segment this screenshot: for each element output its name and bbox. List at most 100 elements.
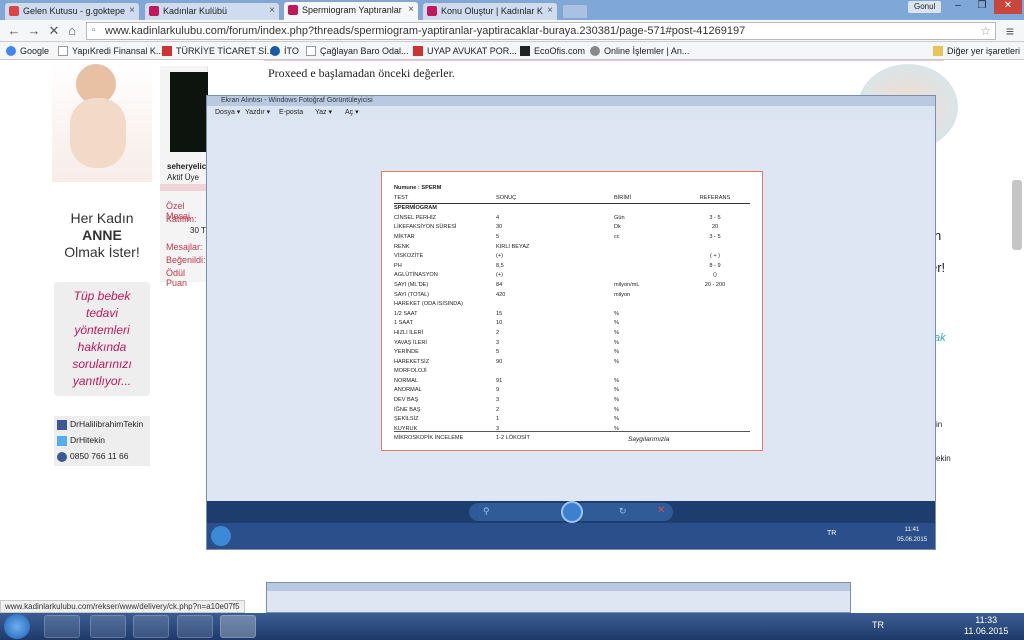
report-row: PH 8,5 8 - 9	[394, 262, 750, 272]
language-indicator[interactable]: TR	[872, 620, 884, 630]
user-title-bar	[160, 184, 208, 191]
bookmark-caglayan-baro[interactable]: Çağlayan Baro Odal...	[306, 44, 409, 58]
system-clock[interactable]: 11:33 11.06.2015	[964, 615, 1008, 637]
result-cell: 8,5	[496, 262, 504, 269]
unit-cell: %	[614, 339, 619, 346]
profile-badge[interactable]: Gonul	[908, 1, 942, 13]
report-row: KUYRUK 3%	[394, 425, 750, 435]
menu-yaz[interactable]: Yaz ▾	[315, 106, 332, 120]
report-row: SAYI (TOTAL) 420 milyon	[394, 291, 750, 301]
result-cell	[496, 367, 614, 377]
menu-dosya[interactable]: Dosya ▾	[215, 106, 240, 120]
report-row: YAVAŞ İLERİ 3%	[394, 339, 750, 349]
start-icon[interactable]	[211, 526, 231, 546]
report-row: SAYI (ML'DE) 84 milyon/mL 20 - 200	[394, 281, 750, 291]
unit-cell	[614, 271, 680, 281]
test-cell: ANORMAL	[394, 387, 422, 394]
bookmark-ito[interactable]: İTO	[270, 44, 299, 58]
unit-cell: %	[614, 320, 619, 327]
menu-yazdir[interactable]: Yazdır ▾	[245, 106, 270, 120]
tab-gmail[interactable]: Gelen Kutusu - g.goktepe ×	[4, 2, 140, 20]
tab-spermiogram[interactable]: Spermiogram Yaptıranlar ×	[283, 1, 419, 20]
report-row: 1/2 SAAT 15%	[394, 310, 750, 320]
phone-link[interactable]: 0850 766 11 66	[57, 448, 150, 464]
report-row: VİSKOZİTE (+) ( + )	[394, 252, 750, 262]
tab-kadinlar-kulubu[interactable]: Kadınlar Kulübü ×	[144, 2, 280, 20]
close-icon[interactable]: ×	[269, 3, 275, 19]
user-card: seheryelic Aktif Üye Özel Mesaj Katılım:…	[160, 66, 208, 288]
scrollbar-thumb[interactable]	[1012, 180, 1022, 250]
forward-icon[interactable]: →	[26, 23, 42, 38]
star-icon[interactable]: ☆	[980, 23, 991, 39]
username[interactable]: seheryelic	[167, 162, 206, 171]
sample-value: SPERM	[421, 185, 442, 191]
lab-report: Numune : SPERM TEST SONUÇ BİRİMİ REFERAN…	[381, 171, 763, 451]
explorer-taskbar-icon[interactable]	[44, 615, 80, 638]
unit-cell: Gün	[614, 214, 625, 221]
bookmark-google[interactable]: Google	[6, 44, 49, 58]
phone-text: 0850 766 11 66	[70, 451, 129, 461]
twitter-link[interactable]: DrHitekin	[57, 432, 150, 448]
ad-promo-box[interactable]: Tüp bebek tedavi yöntemleri hakkında sor…	[54, 282, 150, 396]
messages-label: Mesajlar:	[166, 242, 203, 252]
menu-ac[interactable]: Aç ▾	[345, 106, 359, 120]
bookmark-uyap[interactable]: UYAP AVUKAT POR...	[413, 44, 517, 58]
app-taskbar-icon[interactable]	[90, 615, 126, 638]
result-cell: 90	[496, 358, 503, 365]
header-test: TEST	[394, 194, 409, 201]
new-tab-button[interactable]	[562, 4, 588, 19]
close-window-button[interactable]: ✕	[994, 0, 1022, 14]
report-row: DEV BAŞ 3%	[394, 396, 750, 406]
test-cell: CİNSEL PERHİZ	[394, 214, 437, 221]
bookmark-label: Çağlayan Baro Odal...	[320, 46, 409, 56]
photo-viewer-window: Ekran Alıntısı - Windows Fotoğraf Görünt…	[206, 95, 936, 550]
reference-cell	[680, 358, 750, 368]
bookmark-online-islemler[interactable]: Online İşlemler | An...	[590, 44, 689, 58]
start-button[interactable]	[4, 614, 30, 639]
back-icon[interactable]: ←	[6, 23, 22, 38]
zoom-icon[interactable]: ⚲	[483, 506, 490, 517]
close-icon[interactable]: ×	[547, 3, 553, 19]
facebook-link[interactable]: DrHalilibrahimTekin	[57, 416, 150, 432]
slideshow-button[interactable]	[561, 501, 583, 523]
facebook-text: DrHalilibrahimTekin	[70, 419, 144, 429]
reference-cell	[680, 425, 750, 435]
tab-label: Konu Oluştur | Kadınlar K	[441, 6, 543, 16]
menu-eposta[interactable]: E-posta	[279, 106, 303, 120]
report-row: MİKTAR 5 cc 3 - 5	[394, 233, 750, 243]
tab-konu-olustur[interactable]: Konu Oluştur | Kadınlar K ×	[422, 2, 558, 20]
inner-time: 11:41	[904, 527, 920, 533]
restore-button[interactable]: ❐	[970, 0, 994, 14]
close-icon[interactable]: ×	[129, 3, 135, 19]
report-row: MORFOLOJİ	[394, 367, 750, 377]
address-bar[interactable]: ▫ www.kadinlarkulubu.com/forum/index.php?…	[86, 22, 996, 40]
result-cell: 2	[496, 406, 500, 413]
delete-icon[interactable]: ✕	[657, 505, 665, 516]
chrome-taskbar-icon[interactable]	[220, 615, 256, 638]
photo-viewer-menu: Dosya ▾ Yazdır ▾ E-posta Yaz ▾ Aç ▾	[207, 106, 935, 120]
unit-cell: %	[614, 387, 619, 394]
joined-label: Katılım:	[166, 214, 197, 224]
excel-taskbar-icon[interactable]	[133, 615, 169, 638]
report-divider	[394, 431, 750, 432]
bookmark-other[interactable]: Diğer yer işaretleri	[933, 44, 1020, 58]
close-icon[interactable]: ✕	[46, 23, 62, 39]
report-row: YERİNDE 5%	[394, 348, 750, 358]
result-cell: 3	[496, 425, 500, 432]
menu-icon[interactable]: ≡	[1002, 23, 1018, 39]
result-cell: 5	[496, 349, 500, 356]
clock-time: 11:33	[975, 615, 998, 625]
bookmark-yapikredi[interactable]: YapıKredi Finansal K...	[58, 44, 163, 58]
rotate-icon[interactable]: ↻	[619, 506, 627, 517]
word-taskbar-icon[interactable]	[177, 615, 213, 638]
ecoofis-icon	[520, 46, 530, 56]
report-row: HIZLI İLERİ 2%	[394, 329, 750, 339]
minimize-button[interactable]: –	[946, 0, 970, 14]
tab-label: Gelen Kutusu - g.goktepe	[23, 6, 126, 16]
reference-cell: 8 - 9	[709, 262, 721, 269]
bookmark-turkiye-ticaret[interactable]: TÜRKİYE TİCARET Sİ...	[162, 44, 274, 58]
close-icon[interactable]: ×	[408, 2, 414, 18]
bookmark-ecoofis[interactable]: EcoOfis.com	[520, 44, 585, 58]
home-icon[interactable]: ⌂	[64, 23, 80, 38]
avatar[interactable]	[170, 72, 208, 152]
